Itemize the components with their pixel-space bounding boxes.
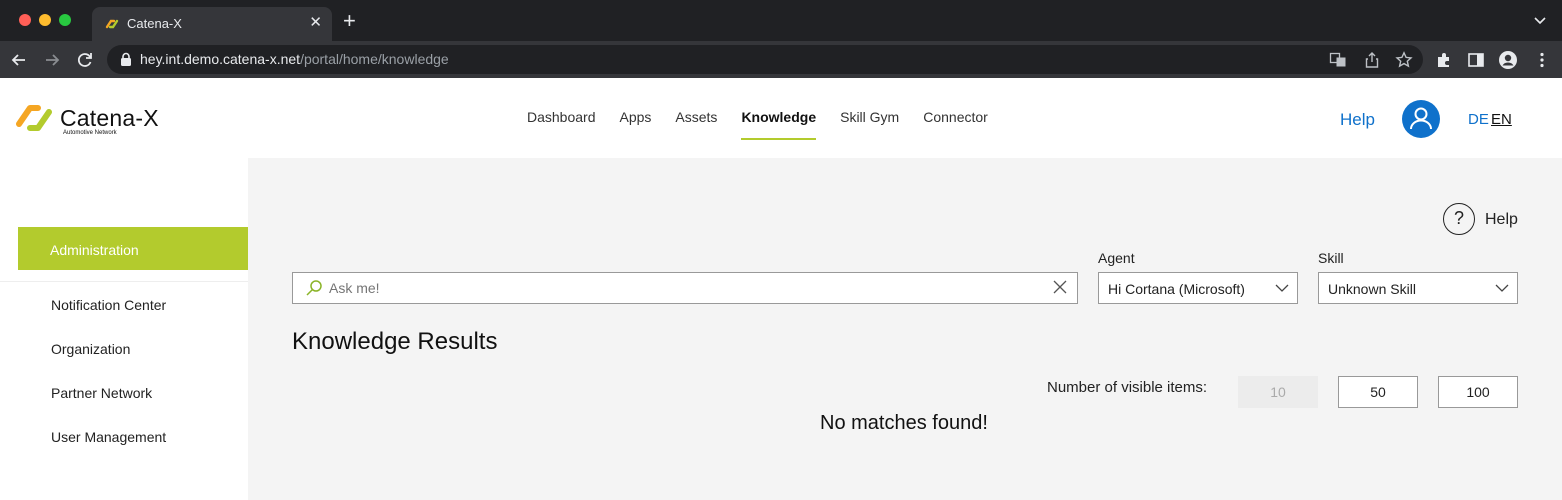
browser-tab-bar: Catena-X ✕ + [0,0,1562,41]
nav-dashboard[interactable]: Dashboard [527,109,596,140]
window-zoom-button[interactable] [59,14,71,26]
sidebar-item-partner-network[interactable]: Partner Network [51,385,152,401]
address-bar[interactable]: hey.int.demo.catena-x.net/portal/home/kn… [107,45,1423,74]
page-title: Knowledge Results [292,328,498,355]
browser-menu-icon[interactable] [1532,50,1552,70]
reload-icon[interactable] [75,50,95,70]
search-input[interactable] [329,280,1029,296]
sidebar-divider [0,281,248,282]
user-icon [1410,107,1432,130]
side-panel-icon[interactable] [1466,50,1486,70]
translate-icon[interactable] [1329,51,1347,69]
help-label[interactable]: Help [1485,211,1518,229]
nav-skill-gym[interactable]: Skill Gym [840,109,899,140]
lock-icon [121,52,131,66]
skill-select[interactable]: Unknown Skill [1318,272,1518,304]
browser-toolbar: hey.int.demo.catena-x.net/portal/home/kn… [0,41,1562,78]
language-en[interactable]: EN [1491,111,1512,128]
extensions-puzzle-icon[interactable] [1434,50,1454,70]
sidebar-item-user-management[interactable]: User Management [51,429,166,445]
url-text: hey.int.demo.catena-x.net/portal/home/kn… [140,51,449,67]
nav-assets[interactable]: Assets [675,109,717,140]
page-size-50-button[interactable]: 50 [1338,376,1418,408]
chevron-down-icon [1275,284,1289,292]
visible-items-label: Number of visible items: [1047,379,1208,396]
agent-selected-value: Hi Cortana (Microsoft) [1108,281,1245,297]
empty-results-message: No matches found! [820,412,988,434]
page-size-10-button[interactable]: 10 [1238,376,1318,408]
search-box[interactable] [292,272,1078,304]
page-size-100-button[interactable]: 100 [1438,376,1518,408]
tab-search-chevron-icon[interactable] [1532,12,1548,28]
share-icon[interactable] [1363,51,1381,69]
window-close-button[interactable] [19,14,31,26]
sidebar-item-administration[interactable]: Administration [18,227,248,270]
agent-select[interactable]: Hi Cortana (Microsoft) [1098,272,1298,304]
logo-text: Catena-X [60,105,159,131]
sidebar-item-notification-center[interactable]: Notification Center [51,297,166,313]
sidebar-item-organization[interactable]: Organization [51,341,130,357]
header-help-link[interactable]: Help [1340,110,1375,130]
knowledge-main-panel: ? Help Agent Hi Cortana (Microsoft) Skil… [248,158,1562,500]
sidebar: Administration Notification Center Organ… [0,158,248,500]
forward-arrow-icon[interactable] [42,50,62,70]
tab-title: Catena-X [127,16,182,31]
nav-apps[interactable]: Apps [620,109,652,140]
app-header: Catena-X Automotive Network Dashboard Ap… [0,78,1562,158]
nav-connector[interactable]: Connector [923,109,988,140]
language-de[interactable]: DE [1468,111,1489,128]
search-icon [306,280,322,296]
main-navigation: Dashboard Apps Assets Knowledge Skill Gy… [527,109,1012,140]
clear-icon[interactable] [1053,280,1067,294]
browser-tab[interactable]: Catena-X ✕ [92,7,332,41]
help-question-icon[interactable]: ? [1443,203,1475,235]
window-minimize-button[interactable] [39,14,51,26]
logo-subtitle: Automotive Network [63,130,117,136]
back-arrow-icon[interactable] [9,50,29,70]
bookmark-star-icon[interactable] [1395,51,1413,69]
skill-selected-value: Unknown Skill [1328,281,1416,297]
agent-label: Agent [1098,250,1135,266]
catena-x-logo-icon[interactable] [16,99,52,137]
skill-label: Skill [1318,250,1344,266]
nav-knowledge[interactable]: Knowledge [741,109,816,140]
profile-icon[interactable] [1498,50,1518,70]
catena-x-favicon-icon [105,19,119,29]
tab-close-icon[interactable]: ✕ [309,14,322,32]
chevron-down-icon [1495,284,1509,292]
user-avatar[interactable] [1402,100,1440,138]
new-tab-button[interactable]: + [343,10,356,32]
